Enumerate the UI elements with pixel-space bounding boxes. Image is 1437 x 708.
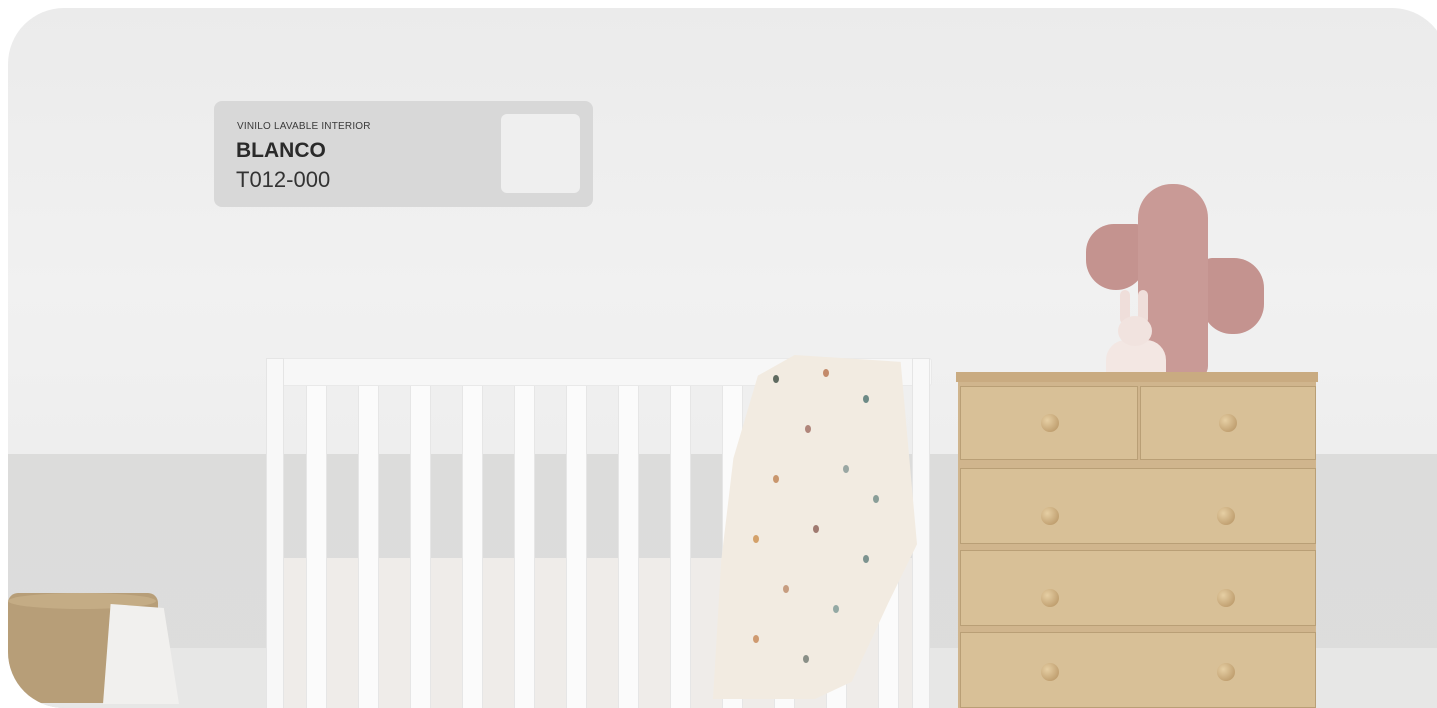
color-swatch-card[interactable]: VINILO LAVABLE INTERIOR BLANCO T012-000	[214, 101, 593, 207]
blanket-dot	[773, 375, 779, 383]
blanket-dot	[783, 585, 789, 593]
drawer-knob	[1041, 414, 1059, 432]
crib-slat	[410, 384, 431, 708]
crib-slat	[618, 384, 639, 708]
blanket-dot	[873, 495, 879, 503]
drawer-knob	[1217, 589, 1235, 607]
cactus-arm-left	[1086, 224, 1146, 290]
dresser-drawer	[960, 386, 1138, 460]
blanket-dot	[803, 655, 809, 663]
crib-post-left	[266, 358, 284, 708]
blanket-dot	[863, 555, 869, 563]
blanket-dot	[813, 525, 819, 533]
drawer-knob	[1041, 663, 1059, 681]
blanket-dot	[823, 369, 829, 377]
dresser-drawer	[960, 468, 1316, 544]
drawer-knob	[1217, 507, 1235, 525]
dresser-drawer	[960, 632, 1316, 708]
crib-slat	[462, 384, 483, 708]
color-name: BLANCO	[236, 139, 326, 162]
drawer-knob	[1041, 507, 1059, 525]
dresser-top	[956, 372, 1318, 382]
wooden-dresser	[956, 372, 1318, 708]
bunny-head	[1118, 316, 1152, 346]
crib-slat	[306, 384, 327, 708]
hero-image-frame: VINILO LAVABLE INTERIOR BLANCO T012-000	[8, 8, 1437, 708]
crib-slat	[566, 384, 587, 708]
crib-slat	[358, 384, 379, 708]
drawer-knob	[1041, 589, 1059, 607]
drawer-knob	[1217, 663, 1235, 681]
dresser-drawer	[960, 550, 1316, 626]
color-code: T012-000	[236, 167, 331, 192]
product-type-label: VINILO LAVABLE INTERIOR	[237, 121, 371, 132]
blanket-dot	[805, 425, 811, 433]
blanket-dot	[843, 465, 849, 473]
cactus-arm-right	[1202, 258, 1264, 334]
blanket-dot	[833, 605, 839, 613]
dresser-drawer	[1140, 386, 1316, 460]
crib-slat	[514, 384, 535, 708]
blanket-dot	[863, 395, 869, 403]
bunny-toy	[1098, 290, 1174, 382]
blanket-dot	[753, 535, 759, 543]
color-chip	[501, 114, 580, 193]
blanket-dot	[753, 635, 759, 643]
blanket-dot	[773, 475, 779, 483]
crib-slat	[670, 384, 691, 708]
drawer-knob	[1219, 414, 1237, 432]
